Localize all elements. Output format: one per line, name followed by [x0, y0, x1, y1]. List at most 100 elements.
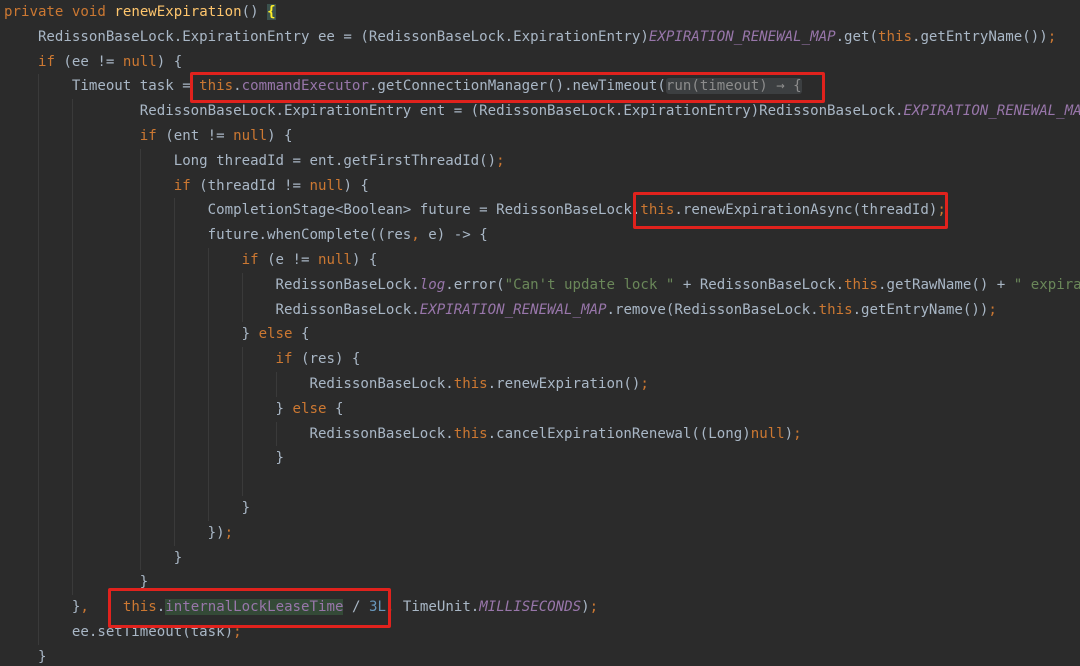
code-line[interactable]: RedissonBaseLock.ExpirationEntry ee = (R… [4, 25, 1080, 50]
code-text: RedissonBaseLock. [4, 276, 420, 293]
code-text: .getRawName() + [878, 276, 1014, 293]
code-line[interactable]: } else { [4, 397, 1080, 422]
code-text: } [4, 499, 251, 516]
code-text: (ee != [54, 53, 123, 70]
code-text: } [4, 326, 259, 343]
code-text: Timeout task = [4, 78, 200, 95]
code-line[interactable]: if (ent != null) { [4, 124, 1080, 149]
annotation-box-lease-time [107, 588, 391, 628]
code-text: (threadId != [190, 177, 310, 194]
keyword-token: , [411, 227, 420, 244]
code-text: } [4, 400, 293, 417]
code-line[interactable]: }); [4, 521, 1080, 546]
code-text: RedissonBaseLock. [4, 301, 420, 318]
static-field-token: MILLISECONDS [479, 599, 582, 616]
code-line[interactable] [4, 471, 1080, 496]
code-text: future.whenComplete((res [4, 227, 412, 244]
keyword-token: private [4, 4, 64, 20]
keyword-token: ; [224, 524, 234, 541]
keyword-token: if [37, 53, 55, 70]
code-text: .get( [835, 28, 878, 45]
static-field-token: log [419, 276, 446, 293]
annotation-box-renew-expiration-async [632, 192, 948, 229]
code-text: () [241, 4, 268, 20]
keyword-token: if [173, 177, 191, 194]
code-text: ) { [343, 177, 369, 194]
code-line[interactable]: private void renewExpiration() { [4, 0, 1080, 25]
code-line[interactable]: RedissonBaseLock.this.renewExpiration(); [4, 372, 1080, 397]
keyword-token: null [233, 127, 268, 144]
keyword-token: if [139, 127, 157, 144]
code-text: .getEntryName()) [911, 28, 1048, 45]
code-text: } [4, 599, 81, 616]
keyword-token: null [317, 251, 352, 268]
keyword-token: this [453, 425, 488, 442]
code-line[interactable]: } [4, 645, 1080, 666]
code-line[interactable]: RedissonBaseLock.EXPIRATION_RENEWAL_MAP.… [4, 298, 1080, 323]
code-line[interactable]: if (e != null) { [4, 248, 1080, 273]
code-text: } [4, 648, 47, 665]
static-field-token: EXPIRATION_RENEWAL_MAP [648, 28, 836, 45]
keyword-token: ; [640, 375, 649, 392]
code-text: RedissonBaseLock.ExpirationEntry ee = (R… [4, 28, 649, 45]
code-line[interactable]: if (res) { [4, 347, 1080, 372]
code-text: RedissonBaseLock. [4, 375, 454, 392]
keyword-token: this [878, 28, 912, 45]
code-editor[interactable]: private void renewExpiration() { Redisso… [0, 0, 1080, 666]
code-text: RedissonBaseLock. [4, 425, 454, 442]
keyword-token: this [844, 276, 879, 293]
code-text: .cancelExpirationRenewal((Long) [487, 425, 751, 442]
code-text: (ent != [156, 127, 234, 144]
string-literal-token: " expira [1013, 276, 1080, 293]
code-line[interactable]: } [4, 546, 1080, 571]
keyword-token: ; [1047, 28, 1057, 45]
keyword-token: this [453, 375, 488, 392]
code-text: + RedissonBaseLock. [674, 276, 845, 293]
code-text: RedissonBaseLock.ExpirationEntry ent = (… [4, 103, 904, 120]
code-line[interactable]: Long threadId = ent.getFirstThreadId(); [4, 149, 1080, 174]
annotation-box-new-timeout [189, 72, 825, 103]
keyword-token: ; [589, 599, 599, 616]
code-text: ) [581, 599, 590, 616]
static-field-token: EXPIRATION_RENEWAL_MA [903, 103, 1080, 120]
code-text: e) -> { [419, 227, 488, 244]
code-line[interactable]: if (ee != null) { [4, 50, 1080, 75]
keyword-token: if [275, 351, 293, 368]
code-text: } [4, 450, 285, 467]
code-line[interactable]: } [4, 496, 1080, 521]
code-text: .remove(RedissonBaseLock. [606, 301, 819, 318]
code-text: (res) { [292, 351, 361, 368]
code-text: } [4, 549, 183, 566]
code-text: TimeUnit. [394, 599, 480, 616]
keyword-token: void [71, 4, 106, 20]
code-text: { [292, 326, 310, 343]
code-text: .error( [445, 276, 505, 293]
code-line[interactable]: } [4, 446, 1080, 471]
keyword-token: ; [988, 301, 997, 318]
code-text: ) [784, 425, 794, 442]
keyword-token: null [122, 53, 157, 70]
code-line[interactable]: } else { [4, 322, 1080, 347]
code-text: .getEntryName()) [852, 301, 989, 318]
code-text: (e != [258, 251, 318, 268]
string-literal-token: "Can't update lock " [504, 276, 675, 293]
method-name-token: renewExpiration [114, 4, 242, 20]
code-line[interactable]: RedissonBaseLock.log.error("Can't update… [4, 273, 1080, 298]
keyword-token: else [292, 400, 327, 417]
keyword-token: , [80, 599, 89, 616]
code-text: CompletionStage<Boolean> future = Rediss… [4, 202, 641, 219]
static-field-token: EXPIRATION_RENEWAL_MAP [419, 301, 607, 318]
code-line[interactable]: RedissonBaseLock.this.cancelExpirationRe… [4, 422, 1080, 447]
matched-brace-token: { [267, 4, 276, 20]
keyword-token: null [750, 425, 785, 442]
keyword-token: ; [793, 425, 802, 442]
code-text: { [326, 400, 344, 417]
code-text: }) [4, 524, 225, 541]
code-text: ) { [156, 53, 183, 70]
